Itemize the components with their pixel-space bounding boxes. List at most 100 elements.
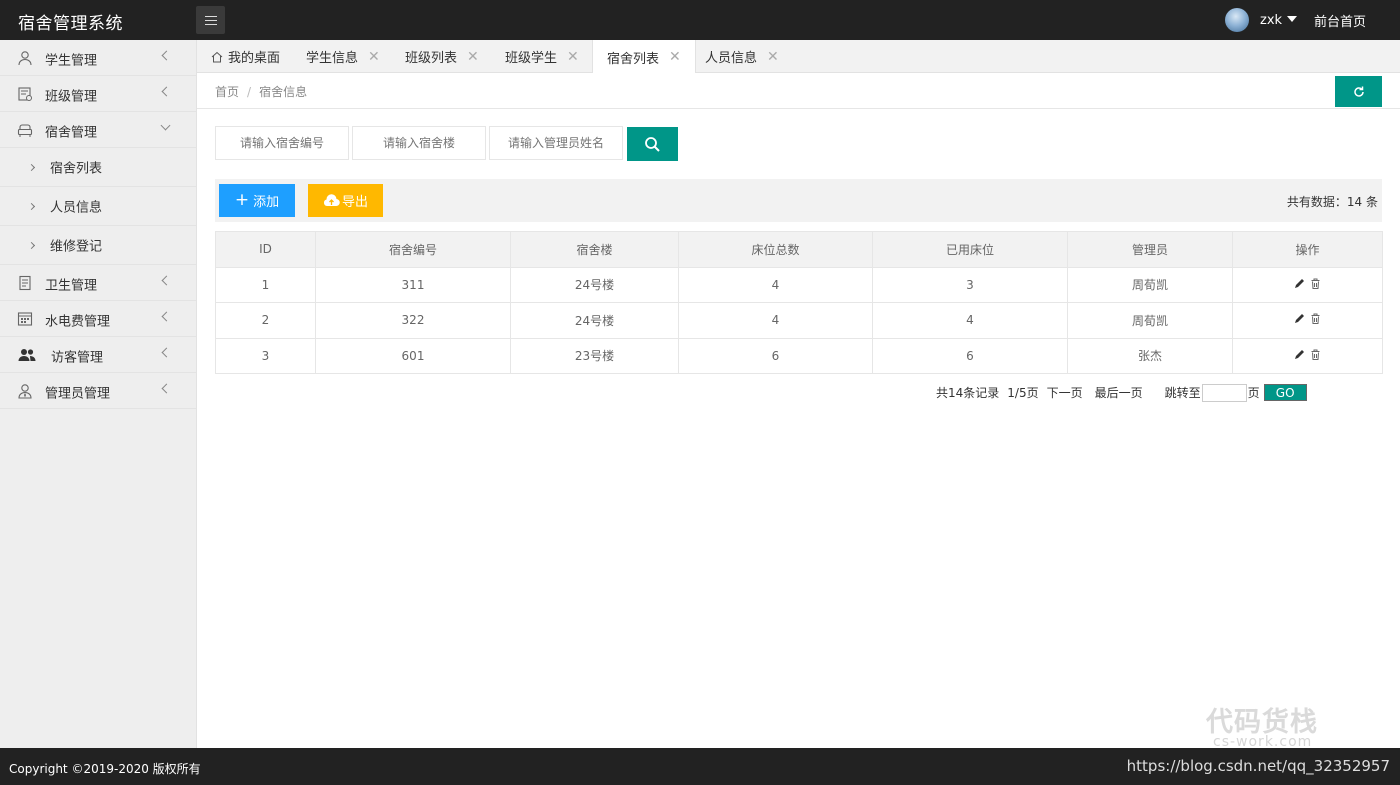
search-button[interactable] — [627, 127, 678, 161]
breadcrumb-separator: / — [247, 85, 252, 99]
app-title: 宿舍管理系统 — [18, 14, 123, 34]
table-cell: 601 — [315, 337, 511, 374]
plus-icon: + — [234, 190, 250, 210]
home-icon — [211, 51, 223, 62]
sidebar-item-hygiene[interactable]: 卫生管理 — [0, 265, 196, 301]
footer: Copyright ©2019-2020 版权所有 https://blog.c… — [0, 748, 1400, 785]
export-button-label: 导出 — [341, 195, 368, 210]
total-records: 共14条记录 — [936, 386, 1000, 400]
blog-url-text: https://blog.csdn.net/qq_32352957 — [1126, 757, 1390, 775]
sidebar-subitem-label: 人员信息 — [50, 200, 103, 216]
sidebar-subitem-label: 宿舍列表 — [50, 161, 103, 177]
room-number-search-input[interactable] — [215, 126, 349, 160]
delete-icon[interactable] — [1310, 278, 1321, 289]
table-cell: 322 — [315, 302, 511, 339]
sidebar-subitem-dorm-list[interactable]: 宿舍列表 — [0, 148, 196, 187]
refresh-icon — [1353, 86, 1364, 97]
tab-class-list[interactable]: 班级列表 ✕ — [405, 40, 479, 73]
page-jump-input[interactable] — [1201, 383, 1247, 402]
tab-class-students[interactable]: 班级学生 ✕ — [505, 40, 579, 73]
breadcrumb-home[interactable]: 首页 — [215, 85, 239, 99]
manager-search-input[interactable] — [489, 126, 623, 160]
column-header: 已用床位 — [872, 231, 1068, 268]
table-cell: 1 — [215, 266, 316, 303]
cloud-upload-icon — [323, 194, 340, 207]
table-cell: 3 — [872, 266, 1068, 303]
table-row: 1 311 24号楼 4 3 周荀凯 — [215, 266, 1383, 303]
export-button[interactable]: 导出 — [308, 184, 383, 217]
chevron-left-icon — [161, 275, 172, 286]
table-row: 3 601 23号楼 6 6 张杰 — [215, 337, 1383, 374]
table-cell: 311 — [315, 266, 511, 303]
table-cell: 周荀凯 — [1067, 302, 1233, 339]
table-cell: 周荀凯 — [1067, 266, 1233, 303]
sidebar: 学生管理 班级管理 宿舍管理 宿舍列表 人员信息 维修登记 卫生管理 水电费管理… — [0, 40, 197, 748]
add-button-label: 添加 — [253, 195, 280, 210]
menu-toggle-button[interactable] — [196, 6, 225, 34]
tab-label: 班级学生 — [505, 51, 558, 66]
edit-icon[interactable] — [1294, 313, 1305, 324]
delete-icon[interactable] — [1310, 349, 1321, 360]
close-icon[interactable]: ✕ — [567, 50, 579, 64]
user-icon — [18, 51, 32, 66]
tab-student-info[interactable]: 学生信息 ✕ — [306, 40, 380, 73]
page-info: 1/5页 — [1007, 386, 1039, 400]
sidebar-subitem-repair[interactable]: 维修登记 — [0, 226, 196, 265]
sidebar-item-label: 访客管理 — [51, 350, 104, 366]
close-icon[interactable]: ✕ — [467, 50, 479, 64]
chevron-left-icon — [161, 86, 172, 97]
breadcrumb-bar: 首页 / 宿舍信息 — [197, 73, 1400, 109]
chevron-left-icon — [161, 50, 172, 61]
tab-dorm-list[interactable]: 宿舍列表 ✕ — [592, 40, 696, 74]
total-count: 共有数据：14 条 — [1286, 195, 1378, 209]
sidebar-item-label: 水电费管理 — [45, 314, 111, 330]
front-page-link[interactable]: 前台首页 — [1314, 11, 1366, 30]
row-actions — [1232, 266, 1383, 303]
column-header: 宿舍楼 — [510, 231, 679, 268]
breadcrumb: 首页 / 宿舍信息 — [215, 83, 307, 100]
tab-desktop[interactable]: 我的桌面 — [211, 40, 280, 73]
building-search-input[interactable] — [352, 126, 486, 160]
close-icon[interactable]: ✕ — [767, 50, 779, 64]
sidebar-item-label: 卫生管理 — [45, 278, 98, 294]
edit-icon[interactable] — [1294, 349, 1305, 360]
search-icon — [645, 136, 660, 152]
refresh-button[interactable] — [1335, 76, 1382, 107]
table-cell: 4 — [678, 266, 873, 303]
sidebar-item-utility[interactable]: 水电费管理 — [0, 301, 196, 337]
close-icon[interactable]: ✕ — [669, 50, 681, 64]
user-menu[interactable]: zxk — [1225, 8, 1298, 32]
row-actions — [1232, 337, 1383, 374]
chevron-right-icon — [27, 241, 36, 250]
dorm-table: ID 宿舍编号 宿舍楼 床位总数 已用床位 管理员 操作 1 311 24号楼 … — [215, 231, 1383, 374]
document-icon — [19, 275, 31, 291]
delete-icon[interactable] — [1310, 313, 1321, 325]
sidebar-subitem-personnel[interactable]: 人员信息 — [0, 187, 196, 226]
tab-label: 我的桌面 — [228, 51, 281, 66]
sidebar-item-visitor[interactable]: 访客管理 — [0, 337, 196, 373]
column-header: 床位总数 — [678, 231, 873, 268]
pagination: 共14条记录 1/5页 下一页 最后一页 跳转至 页 GO — [936, 383, 1307, 402]
column-header: 宿舍编号 — [315, 231, 511, 268]
jump-to-label: 跳转至 — [1164, 386, 1201, 400]
last-page-link[interactable]: 最后一页 — [1095, 384, 1143, 401]
sidebar-item-dorm[interactable]: 宿舍管理 — [0, 112, 196, 148]
sidebar-item-class[interactable]: 班级管理 — [0, 76, 196, 112]
tab-label: 班级列表 — [405, 51, 458, 66]
caret-down-icon[interactable] — [1287, 16, 1298, 22]
sidebar-item-student[interactable]: 学生管理 — [0, 40, 196, 76]
go-button[interactable]: GO — [1263, 384, 1307, 401]
close-icon[interactable]: ✕ — [368, 50, 380, 64]
next-page-link[interactable]: 下一页 — [1047, 384, 1083, 401]
chevron-left-icon — [161, 311, 172, 322]
username[interactable]: zxk — [1260, 13, 1282, 28]
avatar[interactable] — [1225, 8, 1249, 32]
column-header: 管理员 — [1067, 231, 1233, 268]
sidebar-item-label: 学生管理 — [45, 53, 98, 69]
chevron-down-icon — [160, 120, 171, 131]
add-button[interactable]: + 添加 — [219, 184, 295, 217]
sidebar-item-label: 班级管理 — [45, 89, 98, 105]
edit-icon[interactable] — [1294, 278, 1305, 289]
tab-personnel-info[interactable]: 人员信息 ✕ — [705, 40, 779, 73]
sidebar-item-admin[interactable]: 管理员管理 — [0, 373, 196, 409]
